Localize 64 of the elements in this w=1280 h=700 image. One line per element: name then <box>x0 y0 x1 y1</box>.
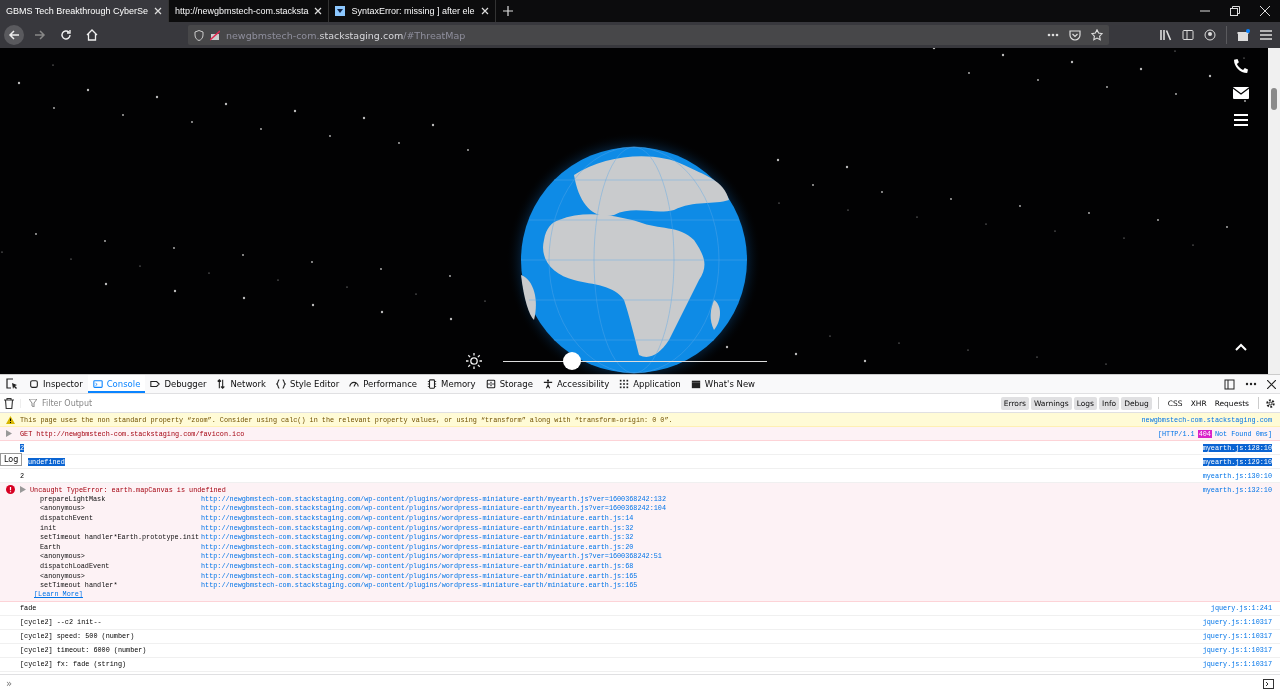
reload-icon[interactable] <box>60 29 72 41</box>
sidebar-icon[interactable] <box>1182 29 1194 41</box>
back-button[interactable] <box>4 25 24 45</box>
shield-icon[interactable] <box>194 29 204 41</box>
devtools-tab[interactable]: Inspector <box>24 375 88 393</box>
trash-icon[interactable] <box>4 397 14 409</box>
tooltip: Log <box>0 453 23 466</box>
grid-icon <box>619 379 630 389</box>
warning-icon <box>6 415 15 424</box>
devtools-tab[interactable]: Debugger <box>145 375 212 393</box>
devtools-tab[interactable]: Application <box>614 375 686 393</box>
chip-icon <box>427 379 438 389</box>
devtools-tab[interactable]: What's New <box>685 375 761 393</box>
drawer-icon <box>485 379 496 389</box>
page-icon <box>335 6 346 16</box>
element-picker-icon[interactable] <box>6 378 18 390</box>
tag-icon <box>150 379 161 389</box>
close-icon[interactable] <box>1267 379 1276 389</box>
scrollbar[interactable] <box>1268 48 1280 374</box>
dock-icon[interactable] <box>1224 378 1235 390</box>
gift-icon <box>690 379 701 389</box>
devtools-tab[interactable]: Accessibility <box>537 375 615 393</box>
arrows-icon <box>216 379 227 389</box>
console-icon <box>92 379 103 389</box>
scrollbar-thumb[interactable] <box>1271 88 1277 110</box>
devtools-tab[interactable]: Performance <box>344 375 423 393</box>
split-editor-icon[interactable] <box>1263 678 1274 689</box>
url-text: newgbmstech-com.stackstaging.com/#ThreatMap <box>226 29 466 41</box>
box-icon <box>29 379 39 389</box>
devtools-tab[interactable]: Console <box>87 375 146 393</box>
expand-arrow-icon[interactable] <box>20 486 26 493</box>
account-icon[interactable] <box>1204 29 1216 41</box>
devtools-tab[interactable]: Memory <box>422 375 481 393</box>
gauge-icon <box>349 379 360 389</box>
filter-field[interactable]: Filter Output <box>40 398 184 408</box>
braces-icon <box>276 379 286 389</box>
devtools-tab[interactable]: Storage <box>480 375 538 393</box>
more-icon[interactable] <box>1047 33 1059 37</box>
home-icon[interactable] <box>86 29 98 41</box>
broken-lock-icon[interactable] <box>210 29 220 41</box>
prompt-symbol: » <box>6 678 13 690</box>
phone-icon[interactable] <box>1233 58 1249 74</box>
expand-arrow-icon[interactable] <box>6 430 12 437</box>
filter-icon <box>29 399 37 407</box>
forward-arrow-icon[interactable] <box>34 29 46 41</box>
new-tab-icon[interactable] <box>502 6 513 16</box>
settings-icon[interactable] <box>1265 397 1276 409</box>
browser-tab[interactable]: GBMS Tech Breakthrough CyberSe <box>0 0 169 22</box>
star-icon[interactable] <box>1091 29 1103 41</box>
address-field[interactable]: newgbmstech-com.stackstaging.com/#ThreatMap <box>188 25 1109 45</box>
library-icon[interactable] <box>1160 29 1172 41</box>
back-arrow-icon <box>8 29 20 41</box>
devtools-tab[interactable]: Network <box>211 375 271 393</box>
slider-thumb[interactable] <box>562 352 581 370</box>
mail-icon[interactable] <box>1233 87 1249 99</box>
error-icon <box>6 485 15 494</box>
brightness-icon <box>466 353 482 369</box>
pocket-icon[interactable] <box>1069 29 1081 41</box>
scroll-up-icon[interactable] <box>1235 343 1247 351</box>
person-icon <box>542 379 553 389</box>
gift-icon[interactable] <box>1237 28 1250 42</box>
restore-icon[interactable] <box>1230 6 1240 16</box>
more-icon[interactable] <box>1245 382 1257 386</box>
devtools-tab[interactable]: Style Editor <box>271 375 345 393</box>
